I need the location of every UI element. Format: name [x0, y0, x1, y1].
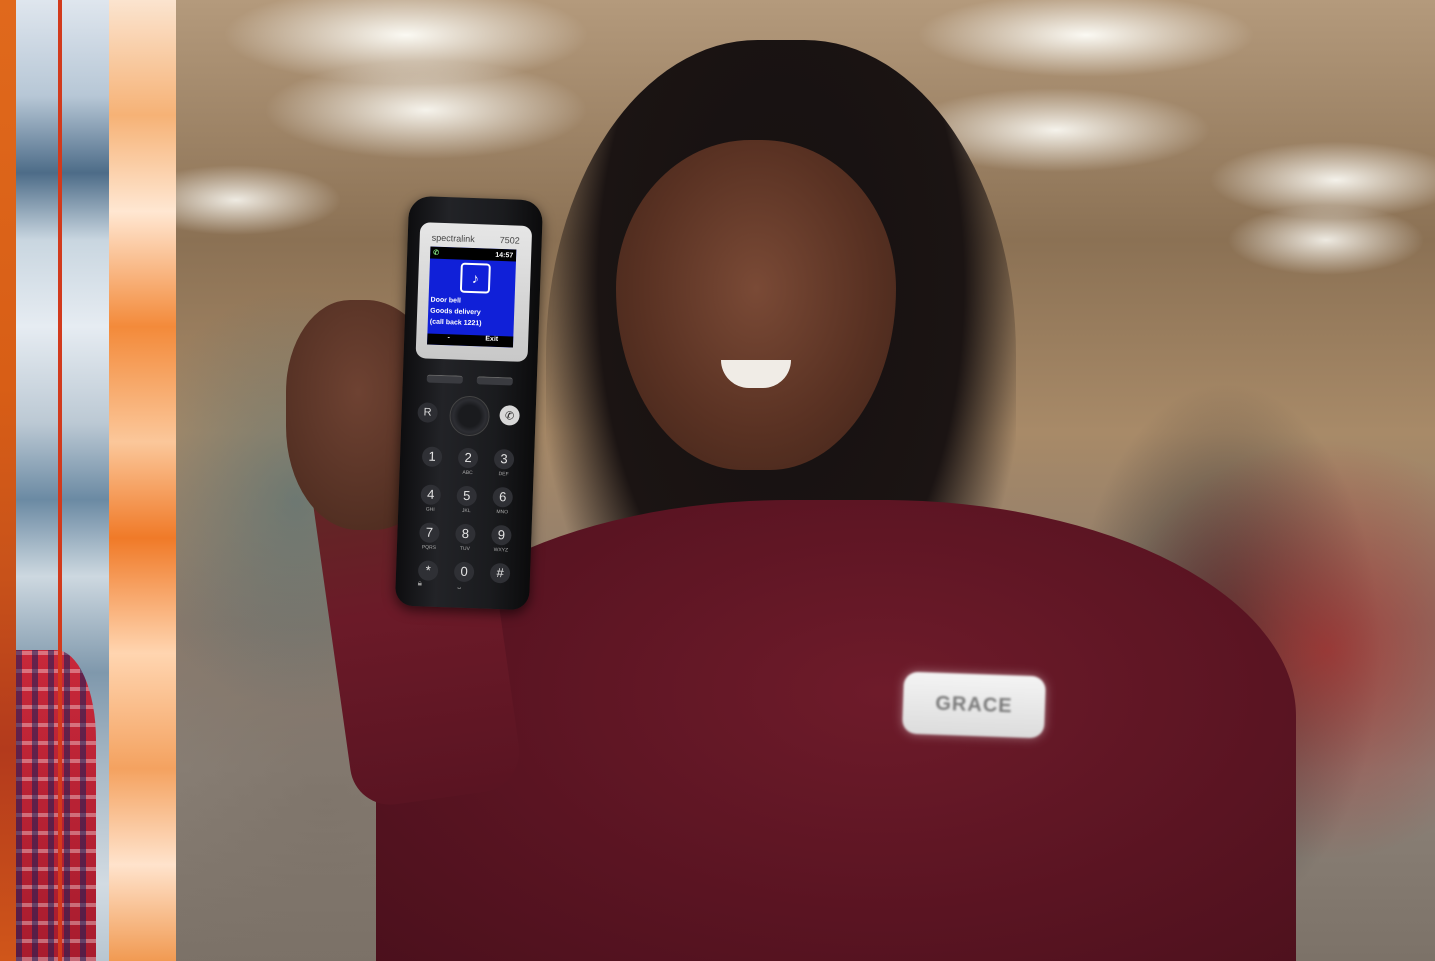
navigation-key: [448, 395, 491, 437]
softkey-left-label: -: [447, 334, 451, 342]
screen-message: Door bell Goods delivery (call back 1221…: [430, 295, 483, 330]
right-softkey-button: [476, 376, 513, 386]
keypad-key-letters: [410, 582, 446, 589]
recall-button-label: R: [423, 406, 432, 419]
phone-brand: spectralink: [431, 232, 475, 245]
keypad-key-number: 1: [421, 446, 443, 468]
red-divider-line: [58, 0, 62, 961]
keypad-key-letters: TUV: [459, 545, 471, 553]
keypad-key-letters: DEF: [498, 471, 509, 478]
keypad-key: 9 WXYZ: [483, 524, 520, 554]
screen-status-bar: ✆ 14:57: [430, 246, 517, 262]
plaid-shirt-fragment: [16, 650, 96, 961]
keypad-key-letters: GHI: [425, 506, 435, 513]
keypad-key: 2 ABC: [449, 447, 486, 476]
keypad-key: 8 TUV: [447, 523, 484, 552]
screen-softkeys: - Exit: [427, 333, 514, 348]
phone-faceplate: spectralink 7502 ✆ 14:57 ♪ Door bell Goo…: [415, 222, 533, 363]
hero-photo: GRACE spectralink 7502 ✆ 14:57 ♪ Door be…: [176, 0, 1435, 961]
keypad-key-number: 8: [455, 523, 476, 545]
keypad: 1 2 ABC 3 DEF 4 GHI 5 JKL 6 MNO 7 PQRS 8 TUV 9 WXYZ * 0 #: [410, 446, 523, 592]
name-badge: GRACE: [901, 671, 1047, 739]
call-icon: ✆: [504, 409, 515, 423]
name-badge-text: GRACE: [935, 692, 1013, 717]
handset-phone: spectralink 7502 ✆ 14:57 ♪ Door bell Goo…: [394, 195, 544, 611]
keypad-key-number: 3: [493, 448, 515, 470]
left-softkey-button: [426, 374, 463, 384]
keypad-key-number: 2: [457, 447, 479, 469]
keypad-key-letters: [481, 585, 517, 592]
keypad-key: #: [481, 562, 518, 592]
keypad-key-number: 4: [420, 484, 442, 506]
keypad-key-letters: ABC: [462, 469, 473, 477]
keypad-key-number: #: [489, 562, 511, 584]
screen-time: 14:57: [495, 251, 514, 259]
handset-icon: ✆: [433, 249, 440, 257]
softkey-right-label: Exit: [485, 335, 499, 343]
keypad-key-number: 6: [492, 486, 514, 508]
recall-button: R: [417, 402, 438, 423]
orange-side-strip: [0, 0, 16, 961]
lock-icon: 🔒︎: [417, 578, 423, 588]
keypad-key-number: 9: [491, 524, 512, 546]
light-orange-strip: [109, 0, 176, 961]
keypad-key: 5 JKL: [448, 485, 485, 514]
woman-face: [616, 140, 896, 470]
keypad-key-letters: MNO: [496, 509, 509, 516]
message-line: (call back 1221): [429, 318, 482, 328]
keypad-key-letters: JKL: [461, 507, 471, 515]
keypad-key-letters: [413, 468, 449, 475]
keypad-key: 7 PQRS: [411, 522, 448, 551]
keypad-key-letters: [445, 583, 481, 590]
message-app-icon: ♪: [459, 262, 491, 294]
space-icon: ⎵: [457, 579, 462, 589]
keypad-key: *: [410, 560, 447, 589]
keypad-key-number: 7: [419, 522, 440, 544]
phone-model: 7502: [499, 234, 520, 246]
keypad-key-letters: WXYZ: [493, 546, 509, 554]
keypad-key-number: 5: [456, 485, 478, 507]
phone-screen: ✆ 14:57 ♪ Door bell Goods delivery (call…: [427, 246, 517, 348]
keypad-key: 3 DEF: [485, 448, 522, 478]
keypad-key-letters: PQRS: [421, 544, 437, 551]
keypad-key: 4 GHI: [412, 484, 449, 513]
keypad-key: 0: [445, 561, 482, 590]
keypad-key: 1: [413, 446, 450, 475]
keypad-key: 6 MNO: [484, 486, 521, 516]
call-button: ✆: [499, 405, 520, 426]
left-photo-strip: [16, 0, 109, 961]
